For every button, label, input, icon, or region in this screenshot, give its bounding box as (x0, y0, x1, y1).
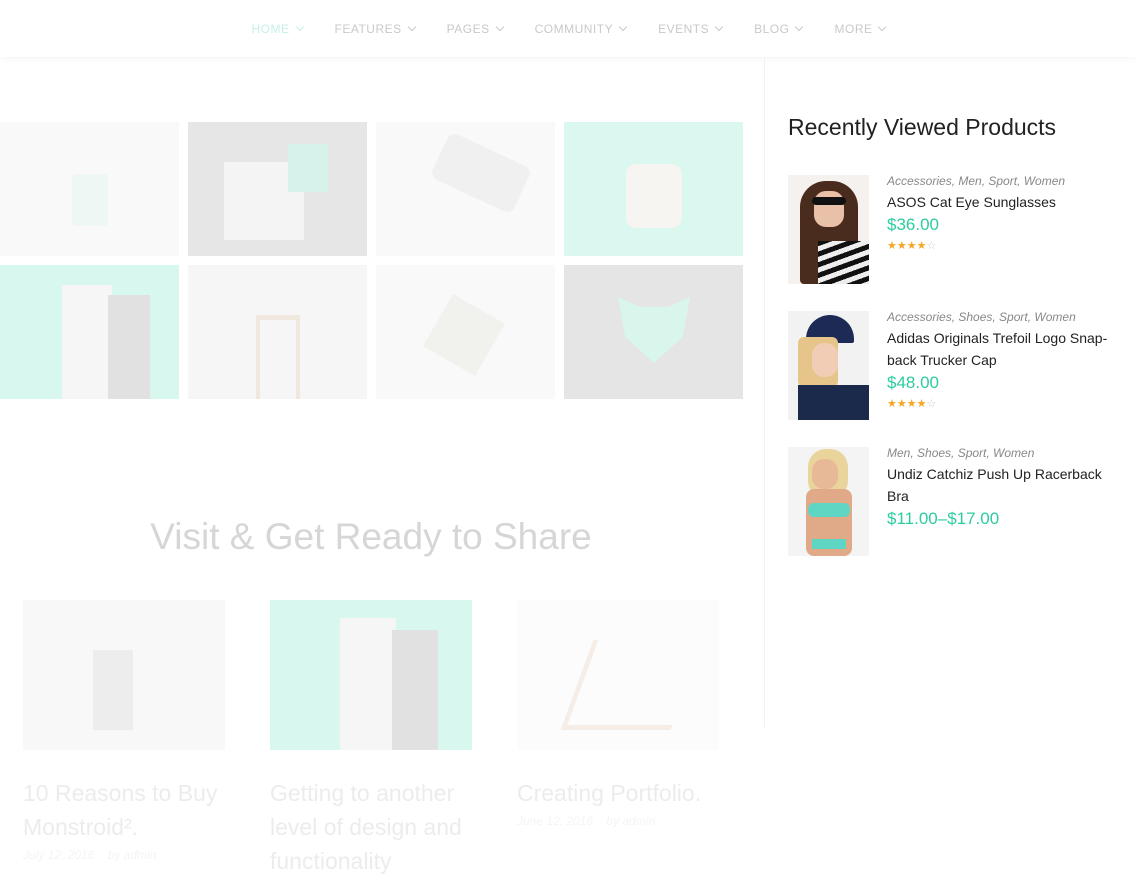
product-name[interactable]: Adidas Originals Trefoil Logo Snap-back … (887, 327, 1118, 371)
portfolio-tile-package[interactable] (376, 265, 555, 399)
nav-events[interactable]: EVENTS (658, 21, 724, 36)
nav-label: MORE (834, 21, 873, 36)
star-rating: ★★★★☆ (887, 240, 937, 252)
nav-label: PAGES (446, 21, 490, 36)
product-categories[interactable]: Accessories, Shoes, Sport, Women (887, 310, 1118, 324)
product-categories[interactable]: Men, Shoes, Sport, Women (887, 446, 1118, 460)
section-title: Visit & Get Ready to Share (150, 516, 592, 557)
chevron-down-icon (878, 22, 887, 31)
nav-pages[interactable]: PAGES (446, 21, 504, 36)
portfolio-tile-phone[interactable] (376, 122, 555, 256)
post-author[interactable]: by admin (108, 848, 157, 862)
product-name[interactable]: Undiz Catchiz Push Up Racerback Bra (887, 463, 1118, 507)
portfolio-tile-cup[interactable] (0, 122, 179, 256)
blog-post: Getting to another level of design and f… (270, 600, 472, 878)
chevron-down-icon (795, 22, 804, 31)
post-title[interactable]: Getting to another level of design and f… (270, 776, 472, 878)
widget-title: Recently Viewed Products (788, 114, 1057, 140)
post-meta: June 12, 2016 by admin (517, 814, 719, 828)
portfolio-tile-bag[interactable] (564, 122, 743, 256)
chevron-down-icon (495, 22, 504, 31)
product-thumbnail[interactable] (788, 175, 869, 284)
portfolio-tile-logo[interactable] (564, 265, 743, 399)
nav-blog[interactable]: BLOG (754, 21, 804, 36)
nav-more[interactable]: MORE (834, 21, 887, 36)
product-thumbnail[interactable] (788, 311, 869, 420)
product-price: $48.00 (887, 373, 939, 392)
product-item: Men, Shoes, Sport, Women Undiz Catchiz P… (788, 446, 1118, 556)
portfolio-tile-notebook[interactable] (0, 265, 179, 399)
product-price: $36.00 (887, 215, 939, 234)
chevron-down-icon (407, 22, 416, 31)
nav-label: COMMUNITY (534, 21, 614, 36)
blog-post: Creating Portfolio. June 12, 2016 by adm… (517, 600, 719, 828)
post-image[interactable] (517, 600, 719, 750)
nav-label: BLOG (754, 21, 790, 36)
post-date[interactable]: June 12, 2016 (517, 814, 593, 828)
chevron-down-icon (714, 22, 724, 31)
nav-community[interactable]: COMMUNITY (534, 21, 628, 36)
nav-label: HOME (251, 21, 290, 36)
post-date[interactable]: July 12, 2016 (23, 848, 94, 862)
product-categories[interactable]: Accessories, Men, Sport, Women (887, 174, 1065, 188)
post-title[interactable]: 10 Reasons to Buy Monstroid². (23, 776, 225, 844)
recently-viewed-widget: Recently Viewed Products Accessories, Me… (788, 114, 1118, 583)
main-nav: HOME FEATURES PAGES COMMUNITY EVENTS BLO… (0, 0, 1137, 57)
post-author[interactable]: by admin (606, 814, 655, 828)
post-title[interactable]: Creating Portfolio. (517, 776, 719, 810)
product-item: Accessories, Shoes, Sport, Women Adidas … (788, 310, 1118, 420)
portfolio-tile-stool[interactable] (188, 265, 367, 399)
star-rating: ★★★★☆ (887, 398, 937, 410)
post-image[interactable] (270, 600, 472, 750)
chevron-down-icon (295, 22, 304, 31)
post-meta: July 12, 2016 by admin (23, 848, 225, 862)
product-item: Accessories, Men, Sport, Women ASOS Cat … (788, 174, 1118, 284)
product-thumbnail[interactable] (788, 447, 869, 556)
portfolio-grid (0, 122, 743, 399)
post-image[interactable] (23, 600, 225, 750)
product-price: $11.00–$17.00 (887, 509, 1000, 528)
nav-features[interactable]: FEATURES (334, 21, 416, 36)
portfolio-tile-book[interactable] (188, 122, 367, 256)
sidebar-divider (764, 57, 765, 727)
nav-label: EVENTS (658, 21, 710, 36)
product-name[interactable]: ASOS Cat Eye Sunglasses (887, 191, 1065, 213)
blog-post: 10 Reasons to Buy Monstroid². July 12, 2… (23, 600, 225, 862)
nav-label: FEATURES (334, 21, 402, 36)
nav-home[interactable]: HOME (251, 21, 304, 36)
chevron-down-icon (618, 22, 628, 31)
